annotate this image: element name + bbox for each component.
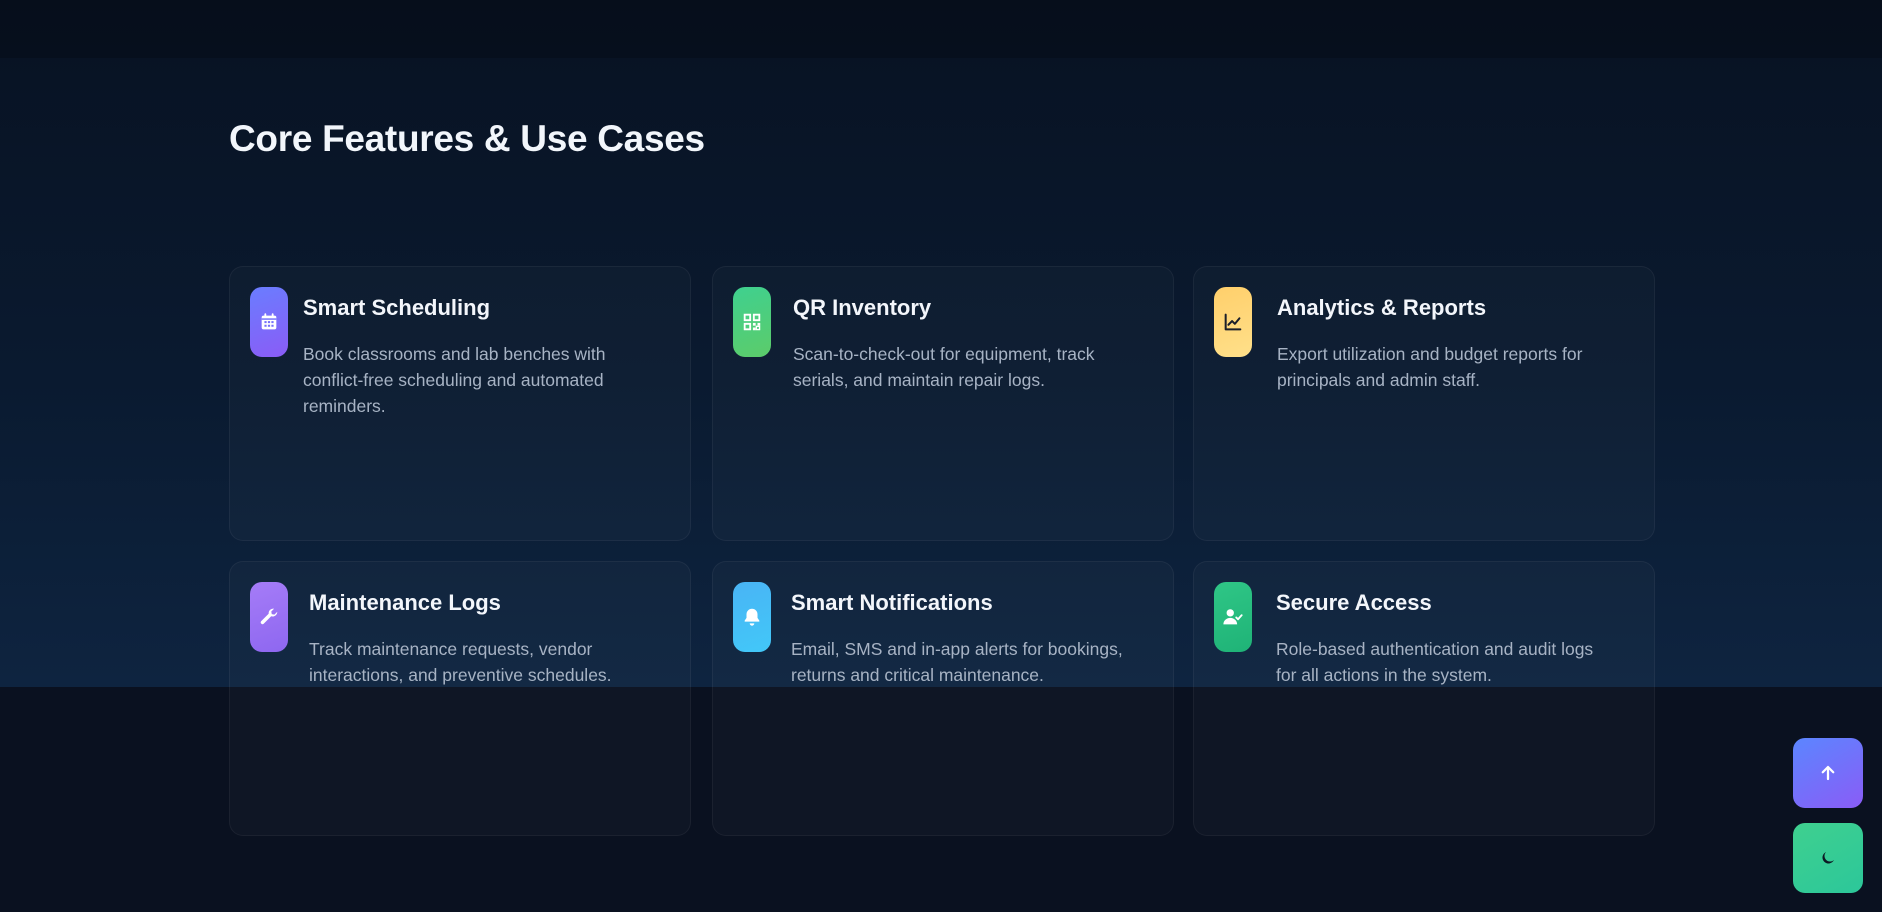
feature-card-secure-access: Secure Access Role-based authentication … [1193, 561, 1655, 836]
feature-title: Analytics & Reports [1277, 295, 1487, 320]
user-check-icon [1214, 582, 1252, 652]
feature-card-maintenance-logs: Maintenance Logs Track maintenance reque… [229, 561, 691, 836]
feature-description: Export utilization and budget reports fo… [1277, 344, 1583, 390]
bell-icon [733, 582, 771, 652]
feature-card-qr-inventory: QR Inventory Scan-to-check-out for equip… [712, 266, 1174, 541]
qr-code-icon [733, 287, 771, 357]
feature-card-smart-scheduling: Smart Scheduling Book classrooms and lab… [229, 266, 691, 541]
feature-card-smart-notifications: Smart Notifications Email, SMS and in-ap… [712, 561, 1174, 836]
arrow-up-icon [1821, 765, 1835, 781]
calendar-icon [250, 287, 288, 357]
feature-description: Role-based authentication and audit logs… [1276, 639, 1594, 685]
feature-card-analytics-reports: Analytics & Reports Export utilization a… [1193, 266, 1655, 541]
feature-description: Track maintenance requests, vendor inter… [309, 639, 612, 685]
feature-title: Maintenance Logs [309, 590, 501, 615]
feature-title: Smart Scheduling [303, 295, 491, 320]
feature-title: Secure Access [1276, 590, 1432, 615]
chart-line-icon [1214, 287, 1252, 357]
feature-description: Email, SMS and in-app alerts for booking… [791, 639, 1123, 685]
section-title: Core Features & Use Cases [229, 118, 705, 159]
wrench-icon [250, 582, 288, 652]
feature-title: QR Inventory [793, 295, 932, 320]
feature-title: Smart Notifications [791, 590, 993, 615]
moon-icon [1822, 852, 1834, 864]
feature-description: Book classrooms and lab benches with con… [303, 344, 606, 416]
feature-description: Scan-to-check-out for equipment, track s… [793, 344, 1095, 390]
theme-toggle-button[interactable] [1793, 823, 1863, 893]
scroll-to-top-button[interactable] [1793, 738, 1863, 808]
